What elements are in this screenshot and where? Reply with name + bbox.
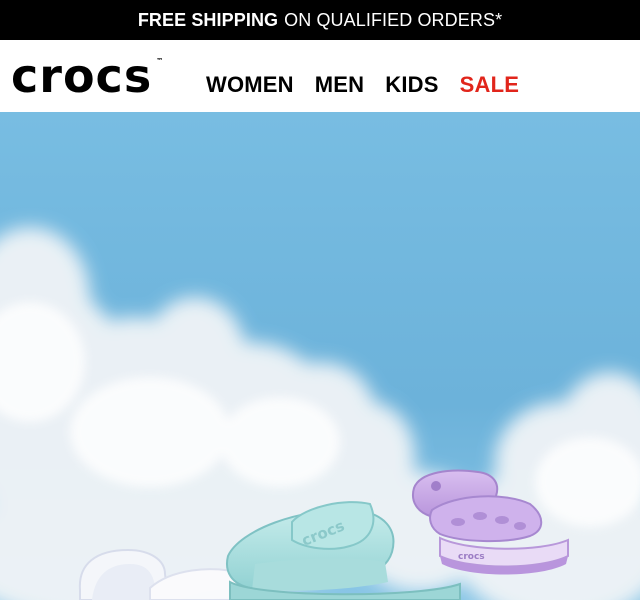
kids-sandal-brand: crocs: [458, 552, 485, 562]
promo-bold-text: FREE SHIPPING: [137, 9, 279, 30]
promo-regular-text: ON QUALIFIED ORDERS*: [284, 9, 503, 30]
nav-kids[interactable]: KIDS: [385, 72, 438, 98]
logo-text: crocs: [11, 49, 153, 103]
logo-trademark: ™: [156, 57, 164, 65]
site-header: crocs ™ WOMEN MEN KIDS SALE: [0, 40, 640, 112]
crocs-logo[interactable]: crocs ™: [11, 53, 163, 99]
nav-sale[interactable]: SALE: [460, 72, 519, 98]
main-nav: WOMEN MEN KIDS SALE: [206, 72, 519, 98]
nav-women[interactable]: WOMEN: [206, 72, 294, 98]
hero-banner[interactable]: crocs crocs: [0, 112, 640, 600]
nav-men[interactable]: MEN: [315, 72, 365, 98]
promo-banner[interactable]: FREE SHIPPING ON QUALIFIED ORDERS*: [0, 0, 640, 40]
hero-image: crocs crocs: [0, 112, 640, 600]
